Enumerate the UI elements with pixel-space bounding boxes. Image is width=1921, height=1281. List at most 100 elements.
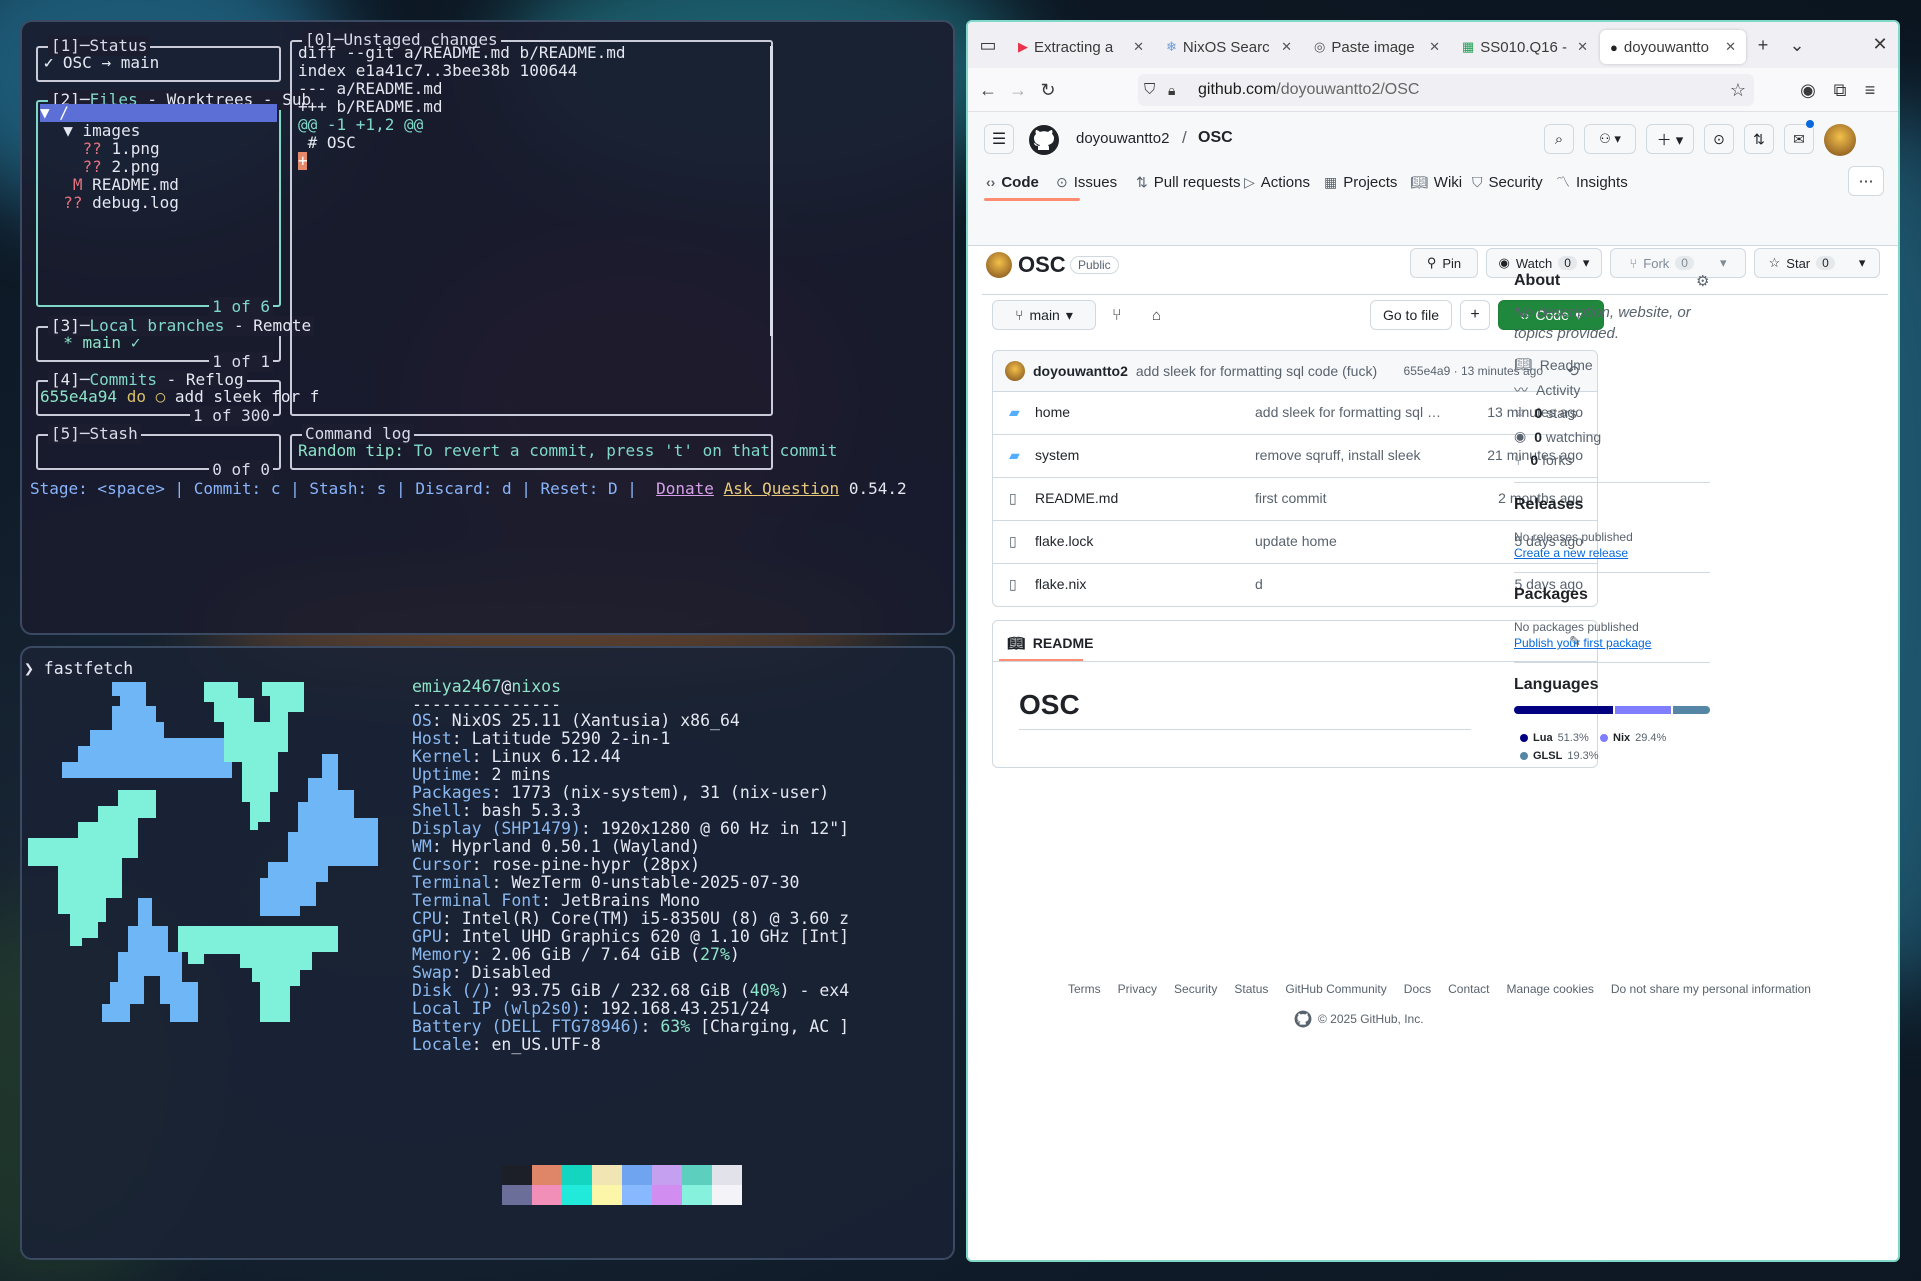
packages-title[interactable]: Packages bbox=[1514, 586, 1588, 604]
extensions-icon[interactable]: ⧉ bbox=[1830, 80, 1850, 100]
footer-link[interactable]: Terms bbox=[1068, 982, 1101, 996]
browser-tab[interactable]: ● doyouwantto ✕ bbox=[1600, 30, 1746, 64]
pull-requests-icon[interactable]: ⇅ bbox=[1744, 124, 1774, 154]
repo-tab-projects[interactable]: ▦ Projects bbox=[1324, 164, 1397, 200]
file-tree-row[interactable]: ?? 2.png bbox=[44, 158, 160, 176]
go-to-file-button[interactable]: Go to file bbox=[1370, 300, 1452, 330]
reload-icon[interactable]: ↻ bbox=[1038, 80, 1058, 100]
footer-link[interactable]: Do not share my personal information bbox=[1611, 982, 1811, 996]
browser-tab[interactable]: ◎ Paste image ✕ bbox=[1304, 30, 1450, 64]
file-row[interactable]: ▯ flake.nix d 5 days ago bbox=[993, 563, 1597, 604]
github-footer-logo-icon[interactable] bbox=[1294, 1010, 1312, 1028]
diff-panel[interactable]: [0]─Unstaged changes diff --git a/README… bbox=[290, 30, 773, 416]
command-log-panel[interactable]: Command log Random tip: To revert a comm… bbox=[290, 424, 837, 470]
repo-tab-insights[interactable]: 〽 Insights bbox=[1556, 164, 1628, 200]
file-name[interactable]: system bbox=[1035, 447, 1079, 463]
footer-link[interactable]: Security bbox=[1174, 982, 1217, 996]
copilot-icon[interactable]: ⚇ ▾ bbox=[1584, 124, 1636, 154]
browser-tab[interactable]: ❄ NixOS Searc ✕ bbox=[1156, 30, 1302, 64]
file-row[interactable]: ▰ home add sleek for formatting sql code..… bbox=[993, 391, 1597, 432]
ask-question-link[interactable]: Ask Question bbox=[724, 479, 840, 498]
stash-panel[interactable]: [5]─Stash 0 of 0 bbox=[36, 424, 281, 480]
new-tab-icon[interactable]: + bbox=[1746, 35, 1780, 55]
branch-row-main[interactable]: * main ✓ bbox=[44, 332, 140, 354]
close-tab-icon[interactable]: ✕ bbox=[1577, 39, 1588, 55]
close-tab-icon[interactable]: ✕ bbox=[1133, 39, 1144, 55]
footer-link[interactable]: Manage cookies bbox=[1506, 982, 1593, 996]
footer-link[interactable]: Status bbox=[1234, 982, 1268, 996]
footer-link[interactable]: Contact bbox=[1448, 982, 1489, 996]
close-window-icon[interactable]: ✕ bbox=[1870, 34, 1890, 54]
repo-tab-security[interactable]: ⛉ Security bbox=[1472, 164, 1543, 200]
create-new-icon[interactable]: ＋ ▾ bbox=[1646, 124, 1694, 154]
file-name[interactable]: flake.lock bbox=[1035, 533, 1093, 549]
repo-tab-wiki[interactable]: 📖︎ Wiki bbox=[1410, 164, 1462, 200]
commits-panel[interactable]: [4]─Commits - Reflog 655e4a94 do ○ add s… bbox=[36, 370, 319, 426]
file-commit-message[interactable]: d bbox=[1255, 576, 1445, 592]
language-legend-item[interactable]: Lua 51.3% bbox=[1520, 732, 1589, 744]
issues-icon[interactable]: ⊙ bbox=[1704, 124, 1734, 154]
commit-message[interactable]: add sleek for formatting sql code (fuck) bbox=[1136, 363, 1377, 379]
commit-row[interactable]: 655e4a94 do ○ add sleek for f bbox=[40, 386, 319, 408]
lock-icon[interactable]: 🔒︎ bbox=[1168, 80, 1175, 100]
files-panel[interactable]: [2]─Files - Worktrees - Sub ▼ / ▼ images… bbox=[36, 90, 315, 317]
forks-link[interactable]: 0 forks bbox=[1530, 452, 1572, 468]
file-tree-row[interactable]: ?? debug.log bbox=[44, 194, 179, 212]
file-tree-row[interactable]: ▼ / bbox=[40, 104, 277, 122]
tab-list-chevron-icon[interactable]: ⌄ bbox=[1780, 35, 1814, 55]
repo-tab-actions[interactable]: ▷ Actions bbox=[1244, 164, 1310, 200]
diff-scrollbar[interactable] bbox=[770, 46, 773, 336]
repo-tab-code[interactable]: ‹› Code bbox=[986, 164, 1039, 200]
repo-owner-link[interactable]: doyouwantto2 bbox=[1076, 130, 1169, 147]
file-commit-message[interactable]: update home bbox=[1255, 533, 1445, 549]
shield-icon[interactable]: ⛉ bbox=[1144, 80, 1155, 100]
fastfetch-terminal-window[interactable]: ❯❯ fastfetch emiya2467@nixos -----------… bbox=[20, 646, 955, 1260]
file-commit-message[interactable]: first commit bbox=[1255, 490, 1445, 506]
tab-overview-icon[interactable]: ▭ bbox=[968, 35, 1008, 55]
inbox-icon[interactable]: ✉ bbox=[1784, 124, 1814, 154]
footer-link[interactable]: GitHub Community bbox=[1285, 982, 1386, 996]
language-legend-item[interactable]: Nix 29.4% bbox=[1600, 732, 1666, 744]
file-commit-message[interactable]: remove sqruff, install sleek bbox=[1255, 447, 1445, 463]
browser-tab[interactable]: ▦ SS010.Q16 - ✕ bbox=[1452, 30, 1598, 64]
lazygit-terminal-window[interactable]: [1]─Status ✓✓ OSC → main [2]─Files - Wor… bbox=[20, 20, 955, 635]
file-row[interactable]: ▯ README.md first commit 2 months ago bbox=[993, 477, 1597, 518]
branches-panel[interactable]: [3]─Local branches - Remote * main ✓ 1 o… bbox=[36, 316, 315, 372]
watching-link[interactable]: 0 watching bbox=[1534, 429, 1601, 445]
create-release-link[interactable]: Create a new release bbox=[1514, 546, 1628, 560]
repo-name-link[interactable]: OSC bbox=[1198, 129, 1233, 147]
file-name[interactable]: home bbox=[1035, 404, 1070, 420]
readme-link[interactable]: Readme bbox=[1540, 357, 1593, 373]
stars-link[interactable]: 0 stars bbox=[1535, 405, 1577, 421]
address-bar[interactable]: ⛉ 🔒︎ github.com/doyouwantto2/OSC ☆ bbox=[1138, 74, 1754, 106]
pin-button[interactable]: ⚲ Pin bbox=[1410, 248, 1478, 278]
search-icon[interactable]: ⌕ bbox=[1544, 124, 1574, 154]
menu-icon[interactable]: ≡ bbox=[1860, 80, 1880, 100]
tags-icon[interactable]: ⌂ bbox=[1152, 306, 1161, 326]
firefox-browser-window[interactable]: ▭ ▶ Extracting a ✕ ❄ NixOS Searc ✕ ◎ Paste imag… bbox=[966, 20, 1900, 1262]
readme-tab[interactable]: 📖︎ README bbox=[1007, 635, 1093, 652]
add-file-icon[interactable]: + bbox=[1460, 300, 1490, 330]
file-tree-row[interactable]: ?? 1.png bbox=[44, 140, 160, 158]
hamburger-menu-icon[interactable]: ☰ bbox=[984, 124, 1014, 154]
star-button[interactable]: ☆ Star 0 ▾ bbox=[1754, 248, 1880, 278]
file-name[interactable]: README.md bbox=[1035, 490, 1118, 506]
file-commit-message[interactable]: add sleek for formatting sql code... bbox=[1255, 404, 1445, 420]
close-tab-icon[interactable]: ✕ bbox=[1429, 39, 1440, 55]
repo-tab-pull-requests[interactable]: ⇅ Pull requests bbox=[1136, 164, 1240, 200]
close-tab-icon[interactable]: ✕ bbox=[1725, 39, 1736, 55]
footer-link[interactable]: Privacy bbox=[1118, 982, 1157, 996]
close-tab-icon[interactable]: ✕ bbox=[1281, 39, 1292, 55]
file-tree-row[interactable]: ▼ images bbox=[44, 122, 140, 140]
file-tree-row[interactable]: M README.md bbox=[44, 176, 179, 194]
releases-title[interactable]: Releases bbox=[1514, 496, 1583, 514]
avatar[interactable] bbox=[1824, 124, 1856, 156]
settings-gear-icon[interactable]: ⚙ bbox=[1696, 272, 1709, 290]
github-logo-icon[interactable] bbox=[1028, 124, 1060, 156]
status-panel[interactable]: [1]─Status ✓✓ OSC → main bbox=[36, 36, 281, 82]
commit-author[interactable]: doyouwantto2 bbox=[1033, 363, 1128, 379]
branches-icon[interactable]: ⑂ bbox=[1112, 306, 1122, 326]
bookmark-star-icon[interactable]: ☆ bbox=[1730, 80, 1746, 100]
account-icon[interactable]: ◉ bbox=[1798, 80, 1818, 100]
branch-selector[interactable]: ⑂ main ▾ bbox=[992, 300, 1096, 330]
